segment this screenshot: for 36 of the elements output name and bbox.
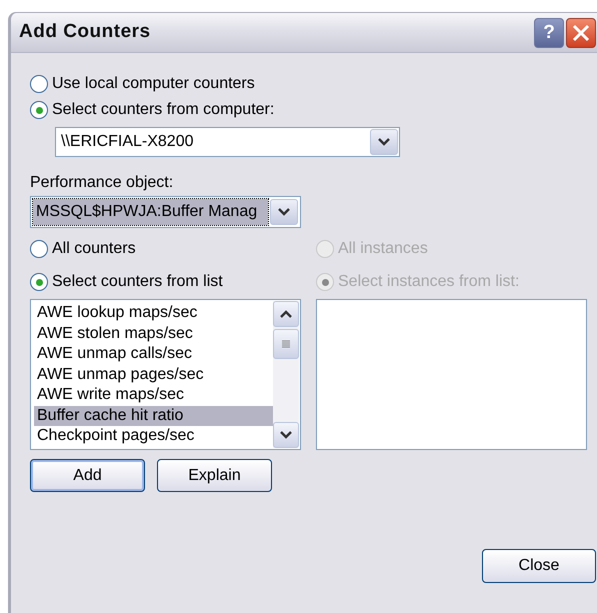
instance-list[interactable]: [316, 299, 587, 450]
radio-button[interactable]: [30, 240, 48, 258]
add-button[interactable]: Add: [30, 459, 145, 492]
scroll-down-button[interactable]: [273, 422, 299, 448]
dropdown-arrow-button[interactable]: [270, 199, 298, 225]
counter-item[interactable]: Buffer cache hit ratio: [34, 406, 273, 426]
counter-item[interactable]: AWE stolen maps/sec: [34, 324, 273, 344]
scroll-thumb[interactable]: [273, 329, 299, 359]
counter-item[interactable]: AWE write maps/sec: [34, 385, 273, 406]
radio-label: Use local computer counters: [52, 74, 255, 94]
radio-label: All counters: [52, 239, 136, 259]
explain-button[interactable]: Explain: [157, 459, 272, 492]
radio-label: Select instances from list:: [338, 272, 520, 292]
close-dialog-button[interactable]: Close: [482, 549, 596, 583]
radio-label: All instances: [338, 239, 428, 259]
counter-item[interactable]: AWE lookup maps/sec: [34, 303, 273, 324]
radio-button[interactable]: [30, 75, 48, 93]
radio-button[interactable]: [30, 101, 48, 119]
chevron-down-icon: [280, 431, 292, 439]
performance-object-label: Performance object:: [30, 173, 174, 191]
close-icon: [572, 24, 590, 42]
counter-item[interactable]: AWE unmap calls/sec: [34, 344, 273, 364]
scroll-up-button[interactable]: [273, 301, 299, 327]
close-button[interactable]: [566, 18, 596, 48]
counter-item[interactable]: Checkpoint pages/sec: [34, 426, 273, 446]
scrollbar[interactable]: [273, 301, 299, 448]
counter-list[interactable]: AWE lookup maps/sec AWE stolen maps/sec AWE unmap calls/sec AWE unmap pages/sec AWE write maps/sec Buffer cache hit ratio Checkpoint pages/sec: [30, 299, 301, 450]
window-title: Add Counters: [19, 20, 151, 44]
counter-item[interactable]: AWE unmap pages/sec: [34, 364, 273, 385]
chevron-up-icon: [280, 310, 292, 318]
performance-object-combo-field[interactable]: MSSQL$HPWJA:Buffer Manag: [33, 199, 268, 225]
chevron-down-icon: [278, 208, 290, 216]
radio-button[interactable]: [30, 273, 48, 291]
radio-label: Select counters from computer:: [52, 100, 274, 120]
grip-icon: [281, 340, 291, 348]
radio-label: Select counters from list: [52, 272, 223, 292]
